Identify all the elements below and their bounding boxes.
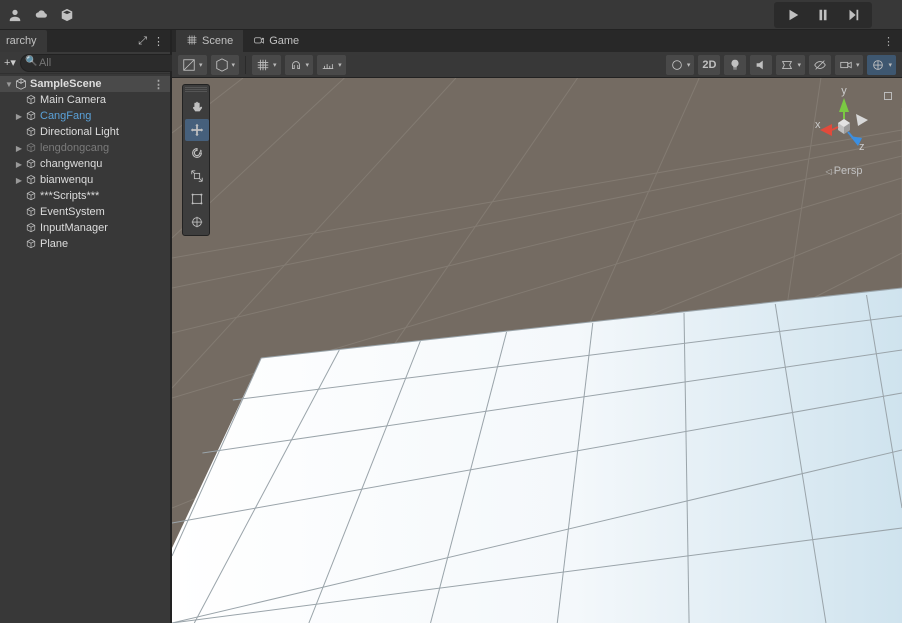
- hierarchy-item[interactable]: ▶ changwenqu: [0, 156, 170, 172]
- expand-arrow-icon[interactable]: ▶: [14, 160, 24, 169]
- hand-tool-icon[interactable]: [185, 96, 209, 118]
- expand-arrow-icon[interactable]: ▼: [4, 80, 14, 89]
- cloud-icon[interactable]: [30, 5, 52, 25]
- tab-game[interactable]: Game: [243, 30, 309, 52]
- scene-panel: Scene Game ⋮ 2D: [172, 30, 902, 623]
- hierarchy-tree: ▼ SampleScene ⋮ Main Camera ▶ CangFang Dire…: [0, 74, 170, 623]
- shading-dropdown[interactable]: [211, 55, 240, 75]
- play-controls: [774, 2, 872, 28]
- effects-dropdown[interactable]: [776, 55, 805, 75]
- hierarchy-item[interactable]: ▶ bianwenqu: [0, 172, 170, 188]
- hierarchy-item-label: ***Scripts***: [40, 190, 99, 202]
- tab-label: Game: [269, 35, 299, 47]
- gameobject-icon: [24, 141, 38, 155]
- hierarchy-item[interactable]: Plane: [0, 236, 170, 252]
- tab-icon: [186, 34, 198, 49]
- gameobject-icon: [24, 173, 38, 187]
- hierarchy-item-label: changwenqu: [40, 158, 102, 170]
- hierarchy-item[interactable]: InputManager: [0, 220, 170, 236]
- hierarchy-item-label: Plane: [40, 238, 68, 250]
- search-icon: 🔍: [25, 56, 37, 67]
- hierarchy-item[interactable]: EventSystem: [0, 204, 170, 220]
- hierarchy-tab-strip: rarchy ⤢ ⋮: [0, 30, 170, 52]
- scene-toolbar: 2D: [172, 52, 902, 78]
- gameobject-icon: [24, 189, 38, 203]
- hierarchy-search-row: +▾ 🔍: [0, 52, 170, 74]
- hierarchy-item-label: Directional Light: [40, 126, 119, 138]
- pause-button[interactable]: [810, 5, 836, 25]
- gameobject-icon: [24, 157, 38, 171]
- scene-tabs: Scene Game ⋮: [172, 30, 902, 52]
- unity-logo-icon: [14, 77, 28, 91]
- hierarchy-item-label: bianwenqu: [40, 174, 93, 186]
- hierarchy-item-label: Main Camera: [40, 94, 106, 106]
- axis-x-label: x: [815, 119, 821, 131]
- hierarchy-item-label: CangFang: [40, 110, 91, 122]
- hierarchy-item-label: InputManager: [40, 222, 108, 234]
- expand-arrow-icon[interactable]: ▶: [14, 176, 24, 185]
- account-icon[interactable]: [4, 5, 26, 25]
- hierarchy-item[interactable]: ▶ CangFang: [0, 108, 170, 124]
- scene-viewport[interactable]: y x z ◁ Persp: [172, 78, 902, 623]
- scene-name: SampleScene: [30, 78, 102, 90]
- increment-snap[interactable]: [317, 55, 346, 75]
- render-debug-dropdown[interactable]: [666, 55, 695, 75]
- hidden-toggle[interactable]: [809, 55, 831, 75]
- gizmo-lock-icon[interactable]: [884, 92, 892, 100]
- hierarchy-tab-label: rarchy: [6, 35, 37, 47]
- scene-3d-view: [172, 78, 902, 623]
- rect-tool-icon[interactable]: [185, 188, 209, 210]
- hierarchy-item[interactable]: Main Camera: [0, 92, 170, 108]
- transform-tool-icon[interactable]: [185, 211, 209, 233]
- grid-toggle[interactable]: [252, 55, 281, 75]
- gameobject-icon: [24, 93, 38, 107]
- create-dropdown[interactable]: +▾: [4, 56, 16, 69]
- gizmo-icon: y x z: [809, 88, 879, 158]
- expand-arrow-icon[interactable]: ▶: [14, 112, 24, 121]
- scene-menu-icon[interactable]: ⋮: [153, 78, 170, 91]
- scale-tool-icon[interactable]: [185, 165, 209, 187]
- hierarchy-item[interactable]: Directional Light: [0, 124, 170, 140]
- palette-grip[interactable]: [185, 87, 207, 93]
- axis-y-label: y: [841, 88, 847, 97]
- camera-dropdown[interactable]: [835, 55, 864, 75]
- hierarchy-panel: rarchy ⤢ ⋮ +▾ 🔍 ▼ SampleScene ⋮ Main Cam…: [0, 30, 172, 623]
- lighting-toggle[interactable]: [724, 55, 746, 75]
- expand-arrow-icon[interactable]: ▶: [14, 144, 24, 153]
- draw-mode-dropdown[interactable]: [178, 55, 207, 75]
- lock-icon[interactable]: ⤢: [138, 35, 147, 48]
- gameobject-icon: [24, 109, 38, 123]
- hierarchy-item[interactable]: ▶ lengdongcang: [0, 140, 170, 156]
- orientation-gizmo[interactable]: y x z ◁ Persp: [802, 88, 886, 177]
- gameobject-icon: [24, 221, 38, 235]
- toggle-2d[interactable]: 2D: [698, 55, 720, 75]
- play-button[interactable]: [780, 5, 806, 25]
- axis-z-label: z: [859, 141, 865, 153]
- tab-scene[interactable]: Scene: [176, 30, 243, 52]
- gizmos-dropdown[interactable]: [867, 55, 896, 75]
- move-tool-icon[interactable]: [185, 119, 209, 141]
- hierarchy-item-label: lengdongcang: [40, 142, 109, 154]
- tab-icon: [253, 34, 265, 49]
- panel-menu-icon[interactable]: ⋮: [153, 35, 164, 48]
- gameobject-icon: [24, 237, 38, 251]
- tab-label: Scene: [202, 35, 233, 47]
- step-button[interactable]: [840, 5, 866, 25]
- rotate-tool-icon[interactable]: [185, 142, 209, 164]
- audio-toggle[interactable]: [750, 55, 772, 75]
- hierarchy-item[interactable]: ***Scripts***: [0, 188, 170, 204]
- snap-toggle[interactable]: [285, 55, 314, 75]
- package-icon[interactable]: [56, 5, 78, 25]
- projection-label[interactable]: ◁ Persp: [802, 165, 886, 177]
- gameobject-icon: [24, 125, 38, 139]
- hierarchy-item-label: EventSystem: [40, 206, 105, 218]
- hierarchy-tab[interactable]: rarchy: [0, 30, 47, 52]
- scene-row[interactable]: ▼ SampleScene ⋮: [0, 76, 170, 92]
- tool-palette: [182, 84, 210, 236]
- gameobject-icon: [24, 205, 38, 219]
- scene-panel-menu-icon[interactable]: ⋮: [883, 35, 902, 48]
- editor-topbar: [0, 0, 902, 30]
